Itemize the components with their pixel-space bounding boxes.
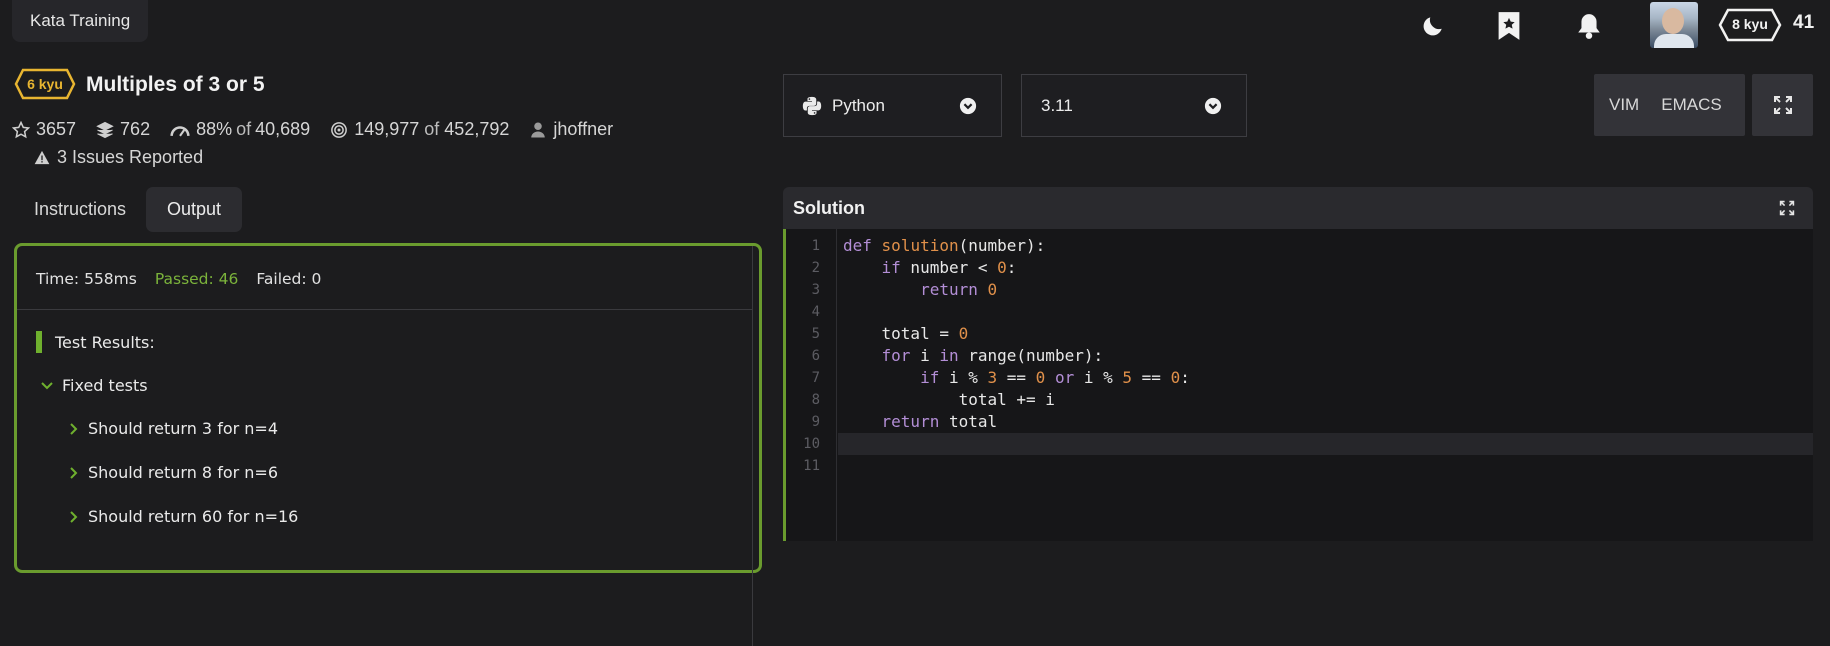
solution-header: Solution bbox=[783, 187, 1813, 229]
time-label: Time: 558ms bbox=[36, 270, 137, 288]
star-icon bbox=[12, 120, 30, 138]
line-number: 11 bbox=[803, 458, 820, 474]
author-stat[interactable]: jhoffner bbox=[529, 119, 613, 140]
issues-label: 3 Issues Reported bbox=[57, 147, 204, 167]
user-avatar[interactable] bbox=[1650, 2, 1698, 48]
line-number-gutter: 1 2 3 4 5 6 7 8 9 10 11 bbox=[786, 229, 837, 541]
test-item[interactable]: Should return 60 for n=16 bbox=[69, 507, 298, 526]
output-panel: Time: 558ms Passed: 46 Failed: 0 Test Re… bbox=[14, 243, 762, 646]
line-number: 10 bbox=[803, 436, 820, 452]
chevron-down-circle-icon bbox=[1204, 97, 1222, 114]
code-line: return total bbox=[881, 412, 998, 431]
warning-icon bbox=[34, 150, 50, 165]
vim-mode-button[interactable]: VIM bbox=[1609, 95, 1639, 115]
expand-icon bbox=[1773, 96, 1792, 114]
test-item-label: Should return 60 for n=16 bbox=[88, 507, 299, 526]
code-line: total = 0 bbox=[843, 324, 969, 343]
chevron-down-circle-icon bbox=[959, 97, 977, 114]
line-number: 1 bbox=[811, 238, 820, 254]
chevron-right-icon bbox=[70, 510, 78, 523]
satisfaction-gauge-icon bbox=[170, 125, 190, 136]
test-group-fixed[interactable]: Fixed tests bbox=[41, 376, 148, 395]
test-item[interactable]: Should return 3 for n=4 bbox=[69, 419, 278, 438]
fullscreen-button[interactable] bbox=[1752, 74, 1813, 136]
kata-training-tab[interactable]: Kata Training bbox=[12, 0, 148, 42]
editor-mode-group: VIM EMACS bbox=[1594, 74, 1745, 136]
language-select[interactable]: Python bbox=[783, 74, 1002, 137]
emacs-mode-button[interactable]: EMACS bbox=[1661, 95, 1721, 115]
version-value: 3.11 bbox=[1041, 95, 1073, 115]
failed-label: Failed: 0 bbox=[256, 270, 322, 288]
line-number: 6 bbox=[811, 348, 820, 364]
completed-stat: 149,977 of 452,792 bbox=[330, 119, 509, 140]
user-rank-label: 8 kyu bbox=[1732, 16, 1768, 32]
chevron-down-icon bbox=[41, 381, 53, 389]
author-name: jhoffner bbox=[553, 119, 614, 139]
kata-stats: 3657 762 88% of 40,689 149,977 of 452,79… bbox=[12, 119, 633, 140]
line-number: 3 bbox=[811, 282, 820, 298]
kata-title: Multiples of 3 or 5 bbox=[86, 73, 265, 96]
expand-icon[interactable] bbox=[1779, 200, 1795, 216]
output-results-box: Time: 558ms Passed: 46 Failed: 0 Test Re… bbox=[17, 246, 753, 646]
tab-output[interactable]: Output bbox=[146, 187, 242, 232]
line-number: 5 bbox=[811, 326, 820, 342]
results-accent-bar bbox=[36, 331, 42, 353]
moon-icon[interactable] bbox=[1418, 10, 1448, 42]
honor-count[interactable]: 41 bbox=[1793, 12, 1814, 34]
test-results-heading: Test Results: bbox=[36, 331, 155, 353]
test-results-label: Test Results: bbox=[55, 332, 155, 352]
code-line: def solution(number): bbox=[843, 236, 1046, 255]
passed-label: Passed: 46 bbox=[154, 270, 239, 288]
target-icon bbox=[331, 121, 348, 138]
active-line-highlight bbox=[838, 433, 1813, 455]
user-icon bbox=[531, 122, 546, 137]
line-number: 4 bbox=[811, 304, 820, 320]
satisfaction-pct: 88% bbox=[196, 119, 233, 139]
line-number: 7 bbox=[811, 370, 820, 386]
test-item-label: Should return 3 for n=4 bbox=[88, 419, 278, 438]
solution-title: Solution bbox=[793, 197, 865, 218]
issues-reported-link[interactable]: 3 Issues Reported bbox=[34, 147, 203, 168]
user-rank-badge[interactable]: 8 kyu bbox=[1718, 8, 1782, 42]
kata-kyu-badge: 6 kyu bbox=[14, 68, 76, 105]
kata-training-label: Kata Training bbox=[30, 11, 131, 30]
test-group-label: Fixed tests bbox=[62, 376, 148, 395]
satisfaction-stat: 88% of 40,689 bbox=[170, 119, 310, 140]
completed-of: of bbox=[424, 119, 440, 139]
satisfaction-of: of bbox=[236, 119, 252, 139]
line-number: 8 bbox=[811, 392, 820, 408]
python-icon bbox=[802, 96, 822, 115]
collections-stat[interactable]: 762 bbox=[96, 119, 150, 140]
chevron-right-icon bbox=[70, 466, 78, 479]
code-editor[interactable]: 1 2 3 4 5 6 7 8 9 10 11 def solution(num… bbox=[783, 229, 1813, 541]
code-line: for i in range(number): bbox=[881, 346, 1104, 365]
language-value: Python bbox=[832, 95, 885, 115]
code-line: return 0 bbox=[920, 280, 998, 299]
bell-icon[interactable] bbox=[1574, 10, 1604, 42]
layers-icon bbox=[96, 121, 114, 138]
stars-count: 3657 bbox=[36, 119, 77, 139]
test-summary: Time: 558ms Passed: 46 Failed: 0 bbox=[36, 270, 339, 288]
code-line: if number < 0: bbox=[881, 258, 1017, 277]
test-item[interactable]: Should return 8 for n=6 bbox=[69, 463, 278, 482]
kata-kyu-label: 6 kyu bbox=[27, 76, 63, 92]
bookmark-star-icon[interactable] bbox=[1494, 10, 1524, 42]
code-line: if i % 3 == 0 or i % 5 == 0: bbox=[920, 368, 1190, 387]
line-number: 9 bbox=[811, 414, 820, 430]
code-line: total += i bbox=[843, 390, 1055, 409]
satisfaction-votes: 40,689 bbox=[255, 119, 311, 139]
line-number: 2 bbox=[811, 260, 820, 276]
attempted-count: 452,792 bbox=[444, 119, 510, 139]
test-item-label: Should return 8 for n=6 bbox=[88, 463, 278, 482]
tab-instructions[interactable]: Instructions bbox=[16, 187, 144, 232]
collections-count: 762 bbox=[120, 119, 151, 139]
version-select[interactable]: 3.11 bbox=[1021, 74, 1247, 137]
summary-divider bbox=[17, 309, 753, 310]
completed-count: 149,977 bbox=[354, 119, 420, 139]
chevron-right-icon bbox=[70, 422, 78, 435]
stars-stat[interactable]: 3657 bbox=[12, 119, 76, 140]
